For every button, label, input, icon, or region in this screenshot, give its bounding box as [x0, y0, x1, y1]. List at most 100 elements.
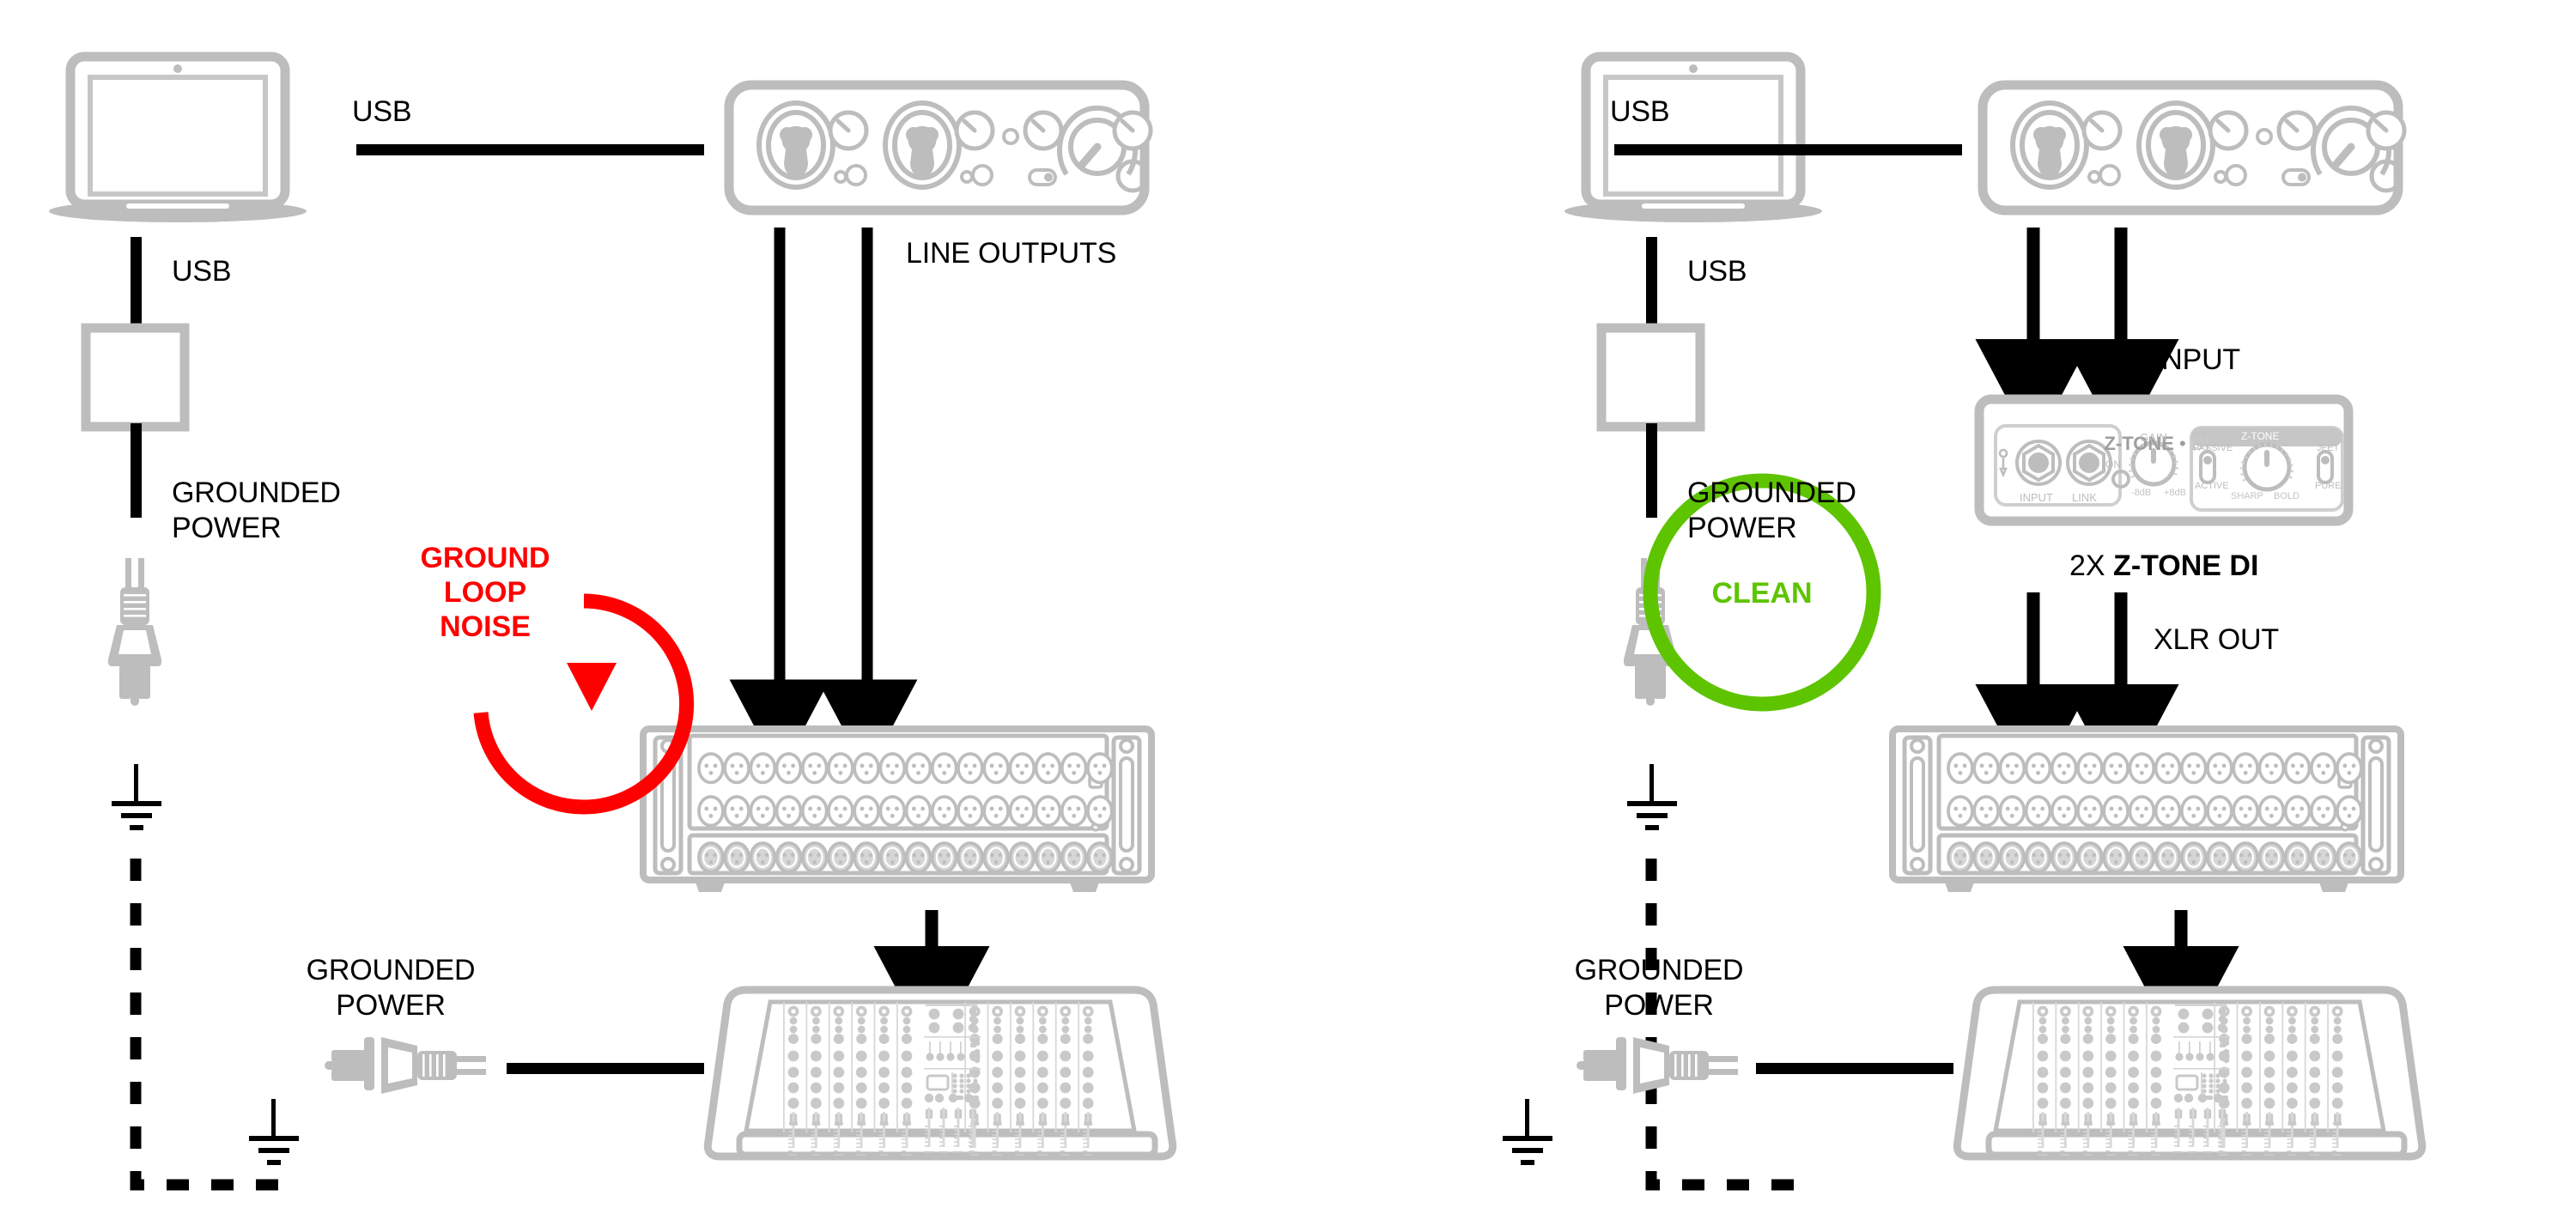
- mixer-control: [2178, 1041, 2180, 1053]
- mixer-knob: [2105, 1050, 2117, 1062]
- audio-interface-right: [1983, 85, 2404, 210]
- xlr-connector: [853, 752, 880, 785]
- mixer-control: [2241, 1138, 2246, 1140]
- xlr-connector: [775, 752, 803, 785]
- mixer-knob: [878, 1097, 890, 1109]
- xlr-connector: [1947, 752, 1974, 785]
- xlr-connector: [2206, 752, 2233, 785]
- mixer-control: [925, 1137, 928, 1139]
- mixer-control: [2128, 1134, 2133, 1137]
- mixer-control: [1083, 1154, 1093, 1156]
- mixer-control: [2083, 1121, 2093, 1126]
- mixer-control: [2203, 1141, 2207, 1143]
- mixer-control: [1060, 1146, 1065, 1148]
- power-adapter-right: [1596, 323, 1705, 432]
- mixer-control: [2038, 1138, 2042, 1140]
- mixer-control: [2189, 1126, 2192, 1127]
- mixer-control: [1037, 1142, 1042, 1144]
- mixer-control: [1060, 1154, 1070, 1156]
- mixer-knob: [1016, 1025, 1024, 1034]
- mixer-control: [2173, 1151, 2183, 1154]
- mixer-control: [811, 1150, 816, 1152]
- xlr-connector: [1008, 841, 1036, 874]
- line-outputs-label: LINE OUTPUTS: [906, 237, 1117, 270]
- laptop-left: [49, 57, 307, 222]
- mixer-control: [2177, 1076, 2197, 1090]
- xlr-connector: [957, 795, 984, 828]
- mixer-knob: [2241, 1050, 2253, 1062]
- mixer-control: [1060, 1150, 1065, 1152]
- xlr-connector: [827, 795, 854, 828]
- xlr-connector: [723, 841, 750, 874]
- xlr-connector: [697, 841, 725, 874]
- mixer-knob: [882, 1009, 887, 1014]
- mixer-control: [811, 1134, 816, 1137]
- mixer-control: [788, 1150, 793, 1152]
- mixer-control: [2264, 1146, 2269, 1148]
- mixer-knob: [993, 1025, 1001, 1034]
- mixer-knob: [2060, 1050, 2071, 1062]
- xlr-connector: [853, 795, 880, 828]
- mixer-knob: [855, 1097, 867, 1109]
- mixer-knob: [2245, 1009, 2250, 1014]
- mixer-control: [2189, 1041, 2190, 1053]
- xlr-connector: [982, 795, 1010, 828]
- mixer-control: [902, 1138, 906, 1140]
- mixer-knob: [2106, 1025, 2115, 1034]
- mixer-control: [992, 1146, 997, 1148]
- mixer-strip-divider: [2214, 1002, 2215, 1132]
- mixer-control: [2264, 1138, 2269, 1140]
- mixer-strip-divider: [2327, 1002, 2329, 1132]
- mixer-control: [811, 1138, 816, 1140]
- mixer-knob: [1060, 1034, 1071, 1044]
- mixer-control: [2287, 1131, 2292, 1132]
- mixer-knob: [992, 1034, 1003, 1044]
- mixer-knob: [926, 1053, 934, 1061]
- mixer-control: [2336, 1112, 2339, 1148]
- mixer-control: [2203, 1137, 2207, 1139]
- mixer-knob: [859, 1009, 864, 1014]
- mixer-control: [1038, 1121, 1048, 1126]
- mixer-control: [2265, 1121, 2274, 1126]
- xlr-connector: [1972, 795, 2000, 828]
- mixer-control: [2060, 1150, 2065, 1152]
- mixer-control: [2038, 1121, 2047, 1126]
- mixer-control: [2241, 1134, 2246, 1137]
- xlr-connector: [827, 841, 854, 874]
- mixer-knob: [2215, 1078, 2221, 1083]
- z-tone-di-faceplate-text: Z-TONE • DI INPUT LINK ON GAIN -8dB +8dB Z…: [1975, 395, 2353, 525]
- mixer-strip-divider: [805, 1002, 808, 1132]
- mixer-strip-divider: [2259, 1002, 2261, 1132]
- mixer-control: [2152, 1121, 2160, 1126]
- mixer-knob: [787, 1082, 799, 1094]
- xlr-connector: [2024, 752, 2052, 785]
- mixer-control: [2201, 1072, 2202, 1095]
- mixer-knob: [952, 1022, 964, 1034]
- mixer-control: [1015, 1150, 1019, 1152]
- mixer-control: [951, 1072, 953, 1095]
- xlr-connector: [1086, 752, 1114, 785]
- mixer-control: [1037, 1146, 1042, 1148]
- mixer-knob: [789, 1025, 798, 1034]
- xlr-connector: [1034, 752, 1062, 785]
- mixer-control: [960, 1041, 962, 1053]
- usb-label-left-bottom: USB: [172, 255, 232, 288]
- mixer-knob: [2060, 1034, 2071, 1044]
- xlr-connector: [1008, 752, 1036, 785]
- mixer-knob: [2208, 1073, 2214, 1078]
- mixer-control: [902, 1150, 906, 1152]
- mixer-control: [925, 1126, 928, 1127]
- xlr-connector: [1998, 752, 2026, 785]
- mixer-knob: [812, 1017, 820, 1025]
- mixer-strip-divider: [828, 1002, 830, 1132]
- mixer-knob: [1061, 1017, 1070, 1025]
- mixer-control: [833, 1142, 838, 1144]
- mixer-control: [2082, 1142, 2087, 1144]
- usb-cable-laptop-to-interface-right: [1614, 144, 1962, 155]
- mixer-knob: [835, 1025, 843, 1034]
- mixer-knob: [2309, 1034, 2320, 1044]
- mixer-knob: [811, 1034, 822, 1044]
- xlr-connector: [1947, 841, 1974, 874]
- xlr-connector: [1034, 841, 1062, 874]
- xlr-connector: [2232, 841, 2259, 874]
